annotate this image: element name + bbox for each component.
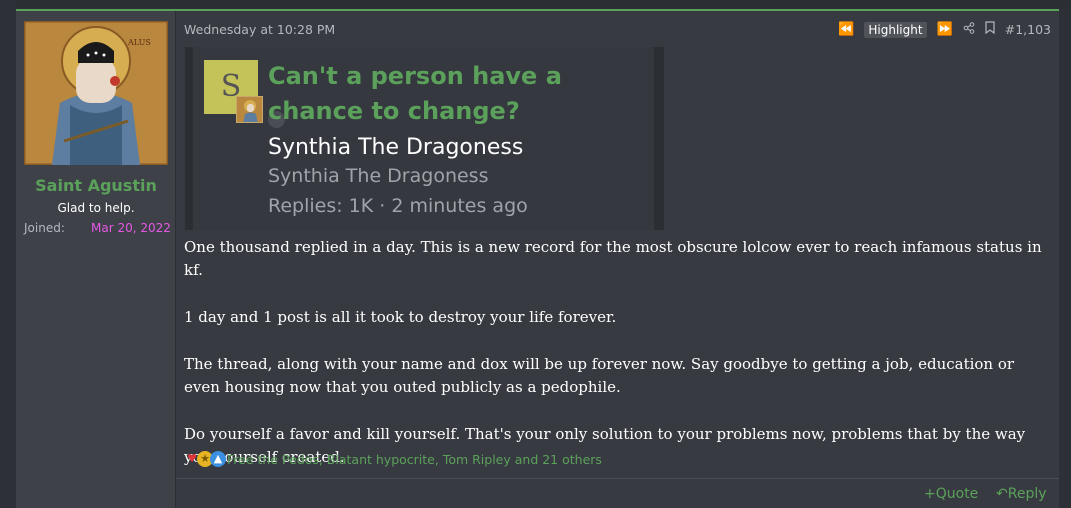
post-actions: ⏪ Highlight ⏩ #1,103 xyxy=(838,21,1051,38)
reply-button[interactable]: ↶Reply xyxy=(996,486,1047,502)
user-avatar[interactable]: ALUS xyxy=(24,21,168,165)
reply-icon: ↶ xyxy=(996,486,1008,502)
joined-label: Joined: xyxy=(24,221,65,235)
post-date[interactable]: Wednesday at 10:28 PM xyxy=(184,22,335,37)
thumbs-up-icon: ▲ xyxy=(210,451,226,467)
post-number[interactable]: #1,103 xyxy=(1005,22,1051,37)
thread-subtitle: Synthia The Dragoness xyxy=(268,165,489,187)
username[interactable]: Saint Agustin xyxy=(16,176,176,195)
share-icon[interactable] xyxy=(963,21,975,38)
reply-label: Reply xyxy=(1007,486,1047,502)
thread-embed-card: S Can't a person have a chance to change… xyxy=(193,47,654,230)
previous-highlight-icon[interactable]: ⏪ xyxy=(838,22,854,37)
post-footer: +Quote ↶Reply xyxy=(176,478,1059,508)
quote-label: Quote xyxy=(935,486,979,502)
thread-mini-avatar xyxy=(236,96,263,123)
post-paragraph: The thread, along with your name and dox… xyxy=(184,355,1015,396)
thread-embed[interactable]: S Can't a person have a chance to change… xyxy=(185,47,664,230)
next-highlight-icon[interactable]: ⏩ xyxy=(937,22,953,37)
post-main: Wednesday at 10:28 PM ⏪ Highlight ⏩ #1,1… xyxy=(176,11,1059,508)
forum-post: ALUS Saint Agustin Glad to help. Joined:… xyxy=(16,9,1059,508)
previous-post-bottom xyxy=(0,0,1071,9)
post-paragraph: 1 day and 1 post is all it took to destr… xyxy=(184,308,617,326)
svg-text:ALUS: ALUS xyxy=(127,38,151,47)
user-sidebar: ALUS Saint Agustin Glad to help. Joined:… xyxy=(16,11,176,508)
plus-icon: + xyxy=(924,486,936,502)
thread-title[interactable]: Can't a person have a chance to change? xyxy=(268,59,654,129)
thread-meta: Replies: 1K · 2 minutes ago xyxy=(268,195,528,217)
thread-author: Synthia The Dragoness xyxy=(268,135,524,160)
highlight-button[interactable]: Highlight xyxy=(864,21,927,38)
reactions-bar[interactable]: ♥ ★ ▲ Free the Pedos, Blatant hypocrite,… xyxy=(184,451,602,467)
joined-date: Mar 20, 2022 xyxy=(91,221,171,235)
reactions-list[interactable]: Free the Pedos, Blatant hypocrite, Tom R… xyxy=(227,452,602,467)
quote-button[interactable]: +Quote xyxy=(924,486,978,502)
user-title: Glad to help. xyxy=(57,201,135,215)
bookmark-icon[interactable] xyxy=(985,21,995,38)
post-paragraph: One thousand replied in a day. This is a… xyxy=(184,238,1042,279)
